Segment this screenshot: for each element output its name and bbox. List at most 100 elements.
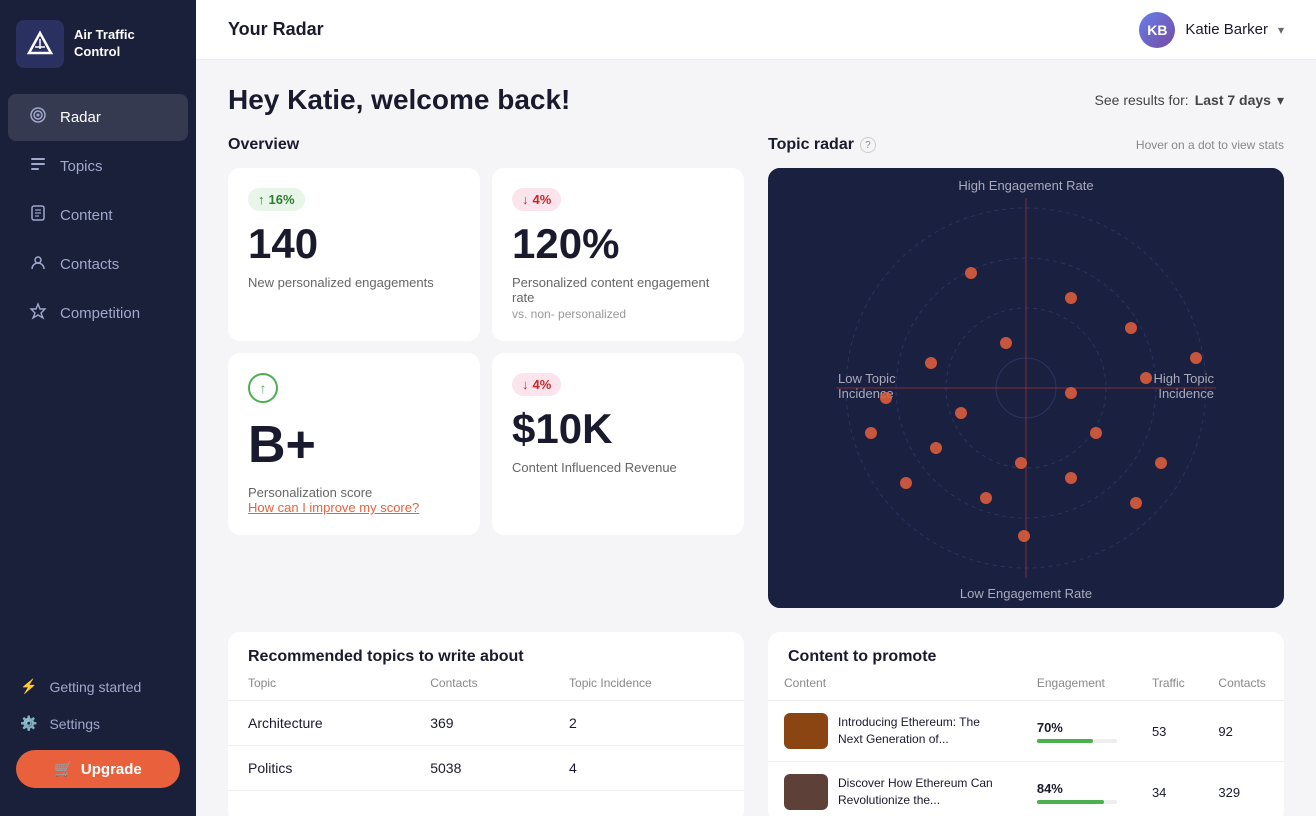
svg-text:High Engagement Rate: High Engagement Rate (958, 178, 1093, 193)
content-col-contacts: Contacts (1202, 666, 1284, 701)
content-col-content: Content (768, 666, 1021, 701)
chevron-down-icon: ▾ (1278, 23, 1284, 37)
badge-engagements: ↑ 16% (248, 188, 305, 211)
stat-card-engagements: ↑ 16% 140 New personalized engagements (228, 168, 480, 341)
stat-value-score: B+ (248, 415, 460, 475)
radar-icon (28, 106, 48, 129)
topics-col-incidence: Topic Incidence (549, 666, 744, 701)
sidebar-item-competition[interactable]: Competition (8, 290, 188, 337)
content-icon (28, 204, 48, 227)
help-icon: ? (860, 137, 876, 153)
stat-card-revenue: ↓ 4% $10K Content Influenced Revenue (492, 353, 744, 535)
table-row: Introducing Ethereum: The Next Generatio… (768, 701, 1284, 762)
svg-text:High Topic: High Topic (1154, 371, 1215, 386)
content-contacts: 92 (1202, 701, 1284, 762)
arrow-down-icon: ↓ (522, 192, 529, 207)
overview-section: Overview ↑ 16% 140 New personalized enga… (228, 136, 744, 608)
table-row: Architecture 369 2 (228, 701, 744, 746)
stat-card-engagement-rate: ↓ 4% 120% Personalized content engagemen… (492, 168, 744, 341)
settings-icon: ⚙️ (20, 715, 37, 732)
sidebar-label-content: Content (60, 207, 113, 224)
stat-label-engagement-rate: Personalized content engagement rate (512, 275, 724, 305)
improve-score-link[interactable]: How can I improve my score? (248, 500, 460, 515)
radar-title-row: Topic radar ? (768, 136, 876, 154)
stat-value-revenue: $10K (512, 408, 724, 450)
app-header: Your Radar KB Katie Barker ▾ (196, 0, 1316, 60)
topic-contacts: 369 (410, 701, 549, 746)
content-table: Content Engagement Traffic Contacts Intr… (768, 666, 1284, 816)
topics-table: Topic Contacts Topic Incidence Architect… (228, 666, 744, 791)
content-promote-title: Content to promote (768, 632, 1284, 666)
radar-header: Topic radar ? Hover on a dot to view sta… (768, 136, 1284, 154)
date-filter[interactable]: See results for: Last 7 days ▾ (1095, 92, 1284, 109)
overview-grid: ↑ 16% 140 New personalized engagements ↓… (228, 168, 744, 535)
bottom-grid: Recommended topics to write about Topic … (228, 632, 1284, 816)
topics-col-topic: Topic (228, 666, 410, 701)
radar-title: Topic radar (768, 136, 854, 154)
user-menu[interactable]: KB Katie Barker ▾ (1139, 12, 1284, 48)
upgrade-button[interactable]: 🛒 Upgrade (16, 750, 180, 788)
date-filter-chevron: ▾ (1277, 92, 1284, 109)
arrow-down-icon-2: ↓ (522, 377, 529, 392)
topic-incidence: 4 (549, 746, 744, 791)
topic-name: Architecture (228, 701, 410, 746)
stat-label-engagements: New personalized engagements (248, 275, 460, 290)
page-header: Hey Katie, welcome back! See results for… (228, 84, 1284, 116)
content-traffic: 53 (1136, 701, 1202, 762)
sidebar-item-topics[interactable]: Topics (8, 143, 188, 190)
topic-contacts: 5038 (410, 746, 549, 791)
table-row: Discover How Ethereum Can Revolutionize … (768, 762, 1284, 816)
svg-text:Incidence: Incidence (1158, 386, 1214, 401)
recommended-topics-title: Recommended topics to write about (228, 632, 744, 666)
upgrade-cart-icon: 🛒 (54, 760, 73, 778)
topic-name: Politics (228, 746, 410, 791)
sidebar-item-settings[interactable]: ⚙️ Settings (8, 705, 188, 742)
page-content: Hey Katie, welcome back! See results for… (196, 60, 1316, 816)
sidebar-bottom: ⚡ Getting started ⚙️ Settings 🛒 Upgrade (0, 656, 196, 816)
sidebar-label-contacts: Contacts (60, 256, 119, 273)
content-col-engagement: Engagement (1021, 666, 1136, 701)
sidebar: Air Traffic Control Radar Topics Content (0, 0, 196, 816)
svg-text:Low Topic: Low Topic (838, 371, 896, 386)
sidebar-item-content[interactable]: Content (8, 192, 188, 239)
content-col-traffic: Traffic (1136, 666, 1202, 701)
sidebar-label-competition: Competition (60, 305, 140, 322)
user-name: Katie Barker (1185, 21, 1268, 38)
content-engagement: 84% (1021, 762, 1136, 816)
radar-hint: Hover on a dot to view stats (1136, 138, 1284, 152)
getting-started-label: Getting started (49, 679, 141, 695)
stat-value-engagements: 140 (248, 223, 460, 265)
competition-icon (28, 302, 48, 325)
welcome-heading: Hey Katie, welcome back! (228, 84, 570, 116)
stat-value-engagement-rate: 120% (512, 223, 724, 265)
main-content: Your Radar KB Katie Barker ▾ Hey Katie, … (196, 0, 1316, 816)
sidebar-label-radar: Radar (60, 109, 101, 126)
main-grid: Overview ↑ 16% 140 New personalized enga… (228, 136, 1284, 608)
content-engagement: 70% (1021, 701, 1136, 762)
logo-icon (16, 20, 64, 68)
badge-engagement-rate: ↓ 4% (512, 188, 561, 211)
sidebar-item-radar[interactable]: Radar (8, 94, 188, 141)
date-filter-label: See results for: (1095, 92, 1189, 108)
recommended-topics-card: Recommended topics to write about Topic … (228, 632, 744, 816)
sidebar-label-topics: Topics (60, 158, 103, 175)
content-traffic: 34 (1136, 762, 1202, 816)
content-contacts: 329 (1202, 762, 1284, 816)
content-title-text: Introducing Ethereum: The Next Generatio… (838, 714, 998, 748)
sidebar-item-getting-started[interactable]: ⚡ Getting started (8, 668, 188, 705)
arrow-up-icon: ↑ (258, 192, 265, 207)
topic-radar-chart: High Engagement Rate Low Engagement Rate… (768, 168, 1284, 608)
settings-label: Settings (49, 716, 100, 732)
page-title: Your Radar (228, 19, 324, 40)
sidebar-item-contacts[interactable]: Contacts (8, 241, 188, 288)
svg-text:Low Engagement Rate: Low Engagement Rate (960, 586, 1092, 601)
score-icon: ↑ (248, 373, 278, 403)
stat-sublabel-engagement-rate: vs. non- personalized (512, 307, 724, 321)
content-title-text: Discover How Ethereum Can Revolutionize … (838, 775, 998, 809)
radar-section: Topic radar ? Hover on a dot to view sta… (768, 136, 1284, 608)
topics-col-contacts: Contacts (410, 666, 549, 701)
stat-label-revenue: Content Influenced Revenue (512, 460, 724, 475)
logo-text: Air Traffic Control (74, 27, 135, 61)
overview-title: Overview (228, 136, 744, 154)
logo: Air Traffic Control (0, 0, 196, 84)
